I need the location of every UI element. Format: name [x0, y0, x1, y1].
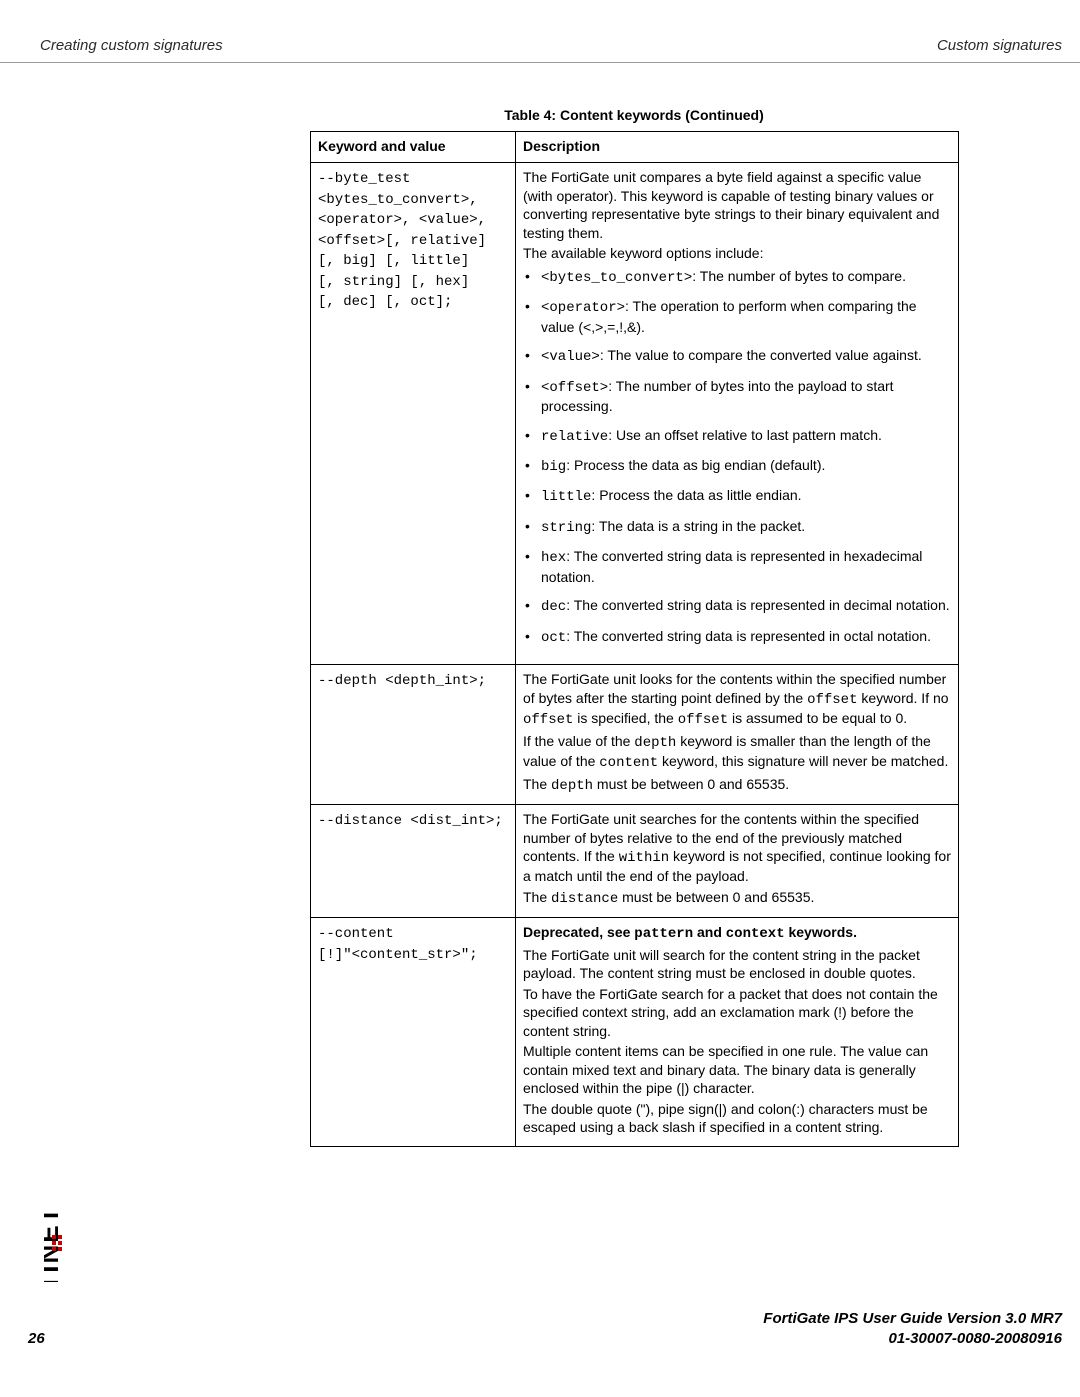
kw-distance-text: --distance <dist_int>; — [318, 813, 503, 829]
col-description-header: Description — [516, 131, 959, 162]
bt-opt-10-t: : The converted string data is represent… — [566, 628, 931, 644]
bt-opt-10: oct: The converted string data is repres… — [523, 627, 951, 647]
bt-opt-9-t: : The converted string data is represent… — [566, 597, 949, 613]
bt-opt-7-k: string — [541, 520, 591, 536]
depth-p1: The FortiGate unit looks for the content… — [523, 670, 951, 729]
bt-opt-5-t: : Process the data as big endian (defaul… — [566, 457, 825, 473]
bt-opt-1: <operator>: The operation to perform whe… — [523, 297, 951, 336]
row-content: --content [!]"<content_str>"; Deprecated… — [311, 918, 959, 1146]
bt-intro1: The FortiGate unit compares a byte field… — [523, 168, 951, 242]
bt-opt-0-k: <bytes_to_convert> — [541, 270, 692, 286]
bt-opt-2: <value>: The value to compare the conver… — [523, 346, 951, 366]
bt-opt-2-k: <value> — [541, 349, 600, 365]
depth-p3: The depth must be between 0 and 65535. — [523, 775, 951, 795]
fortinet-logo: F RTINET — [44, 1042, 72, 1282]
bt-opt-7: string: The data is a string in the pack… — [523, 517, 951, 537]
desc-depth: The FortiGate unit looks for the content… — [516, 665, 959, 805]
bt-opt-4-t: : Use an offset relative to last pattern… — [608, 427, 882, 443]
bt-opt-4: relative: Use an offset relative to last… — [523, 426, 951, 446]
content-p5: The double quote ("), pipe sign(|) and c… — [523, 1100, 951, 1137]
page-number: 26 — [28, 1329, 45, 1349]
bt-opt-6-k: little — [541, 489, 591, 505]
bt-opt-9: dec: The converted string data is repres… — [523, 596, 951, 616]
distance-p1: The FortiGate unit searches for the cont… — [523, 810, 951, 886]
desc-byte-test: The FortiGate unit compares a byte field… — [516, 163, 959, 665]
table-caption: Table 4: Content keywords (Continued) — [310, 106, 958, 125]
content-p4: Multiple content items can be specified … — [523, 1042, 951, 1097]
bt-options-list: <bytes_to_convert>: The number of bytes … — [523, 267, 951, 648]
bt-opt-5: big: Process the data as big endian (def… — [523, 456, 951, 476]
header-left: Creating custom signatures — [40, 36, 223, 56]
col-keyword-header: Keyword and value — [311, 131, 516, 162]
kw-byte-test-text: --byte_test <bytes_to_convert>, <operato… — [318, 171, 486, 310]
bt-opt-9-k: dec — [541, 599, 566, 615]
page: Creating custom signatures Custom signat… — [0, 0, 1080, 1397]
distance-p2: The distance must be between 0 and 65535… — [523, 888, 951, 908]
bt-opt-8-k: hex — [541, 550, 566, 566]
content-area: Table 4: Content keywords (Continued) Ke… — [310, 106, 958, 1147]
content-deprecated: Deprecated, see pattern and context keyw… — [523, 923, 951, 943]
desc-distance: The FortiGate unit searches for the cont… — [516, 805, 959, 918]
kw-byte-test: --byte_test <bytes_to_convert>, <operato… — [311, 163, 516, 665]
bt-opt-4-k: relative — [541, 429, 608, 445]
kw-content-text: --content [!]"<content_str>"; — [318, 926, 478, 962]
bt-opt-2-t: : The value to compare the converted val… — [600, 347, 922, 363]
bt-opt-7-t: : The data is a string in the packet. — [591, 518, 805, 534]
content-p2: The FortiGate unit will search for the c… — [523, 946, 951, 983]
kw-distance: --distance <dist_int>; — [311, 805, 516, 918]
bt-intro2: The available keyword options include: — [523, 244, 951, 262]
bt-opt-6-t: : Process the data as little endian. — [591, 487, 801, 503]
content-keywords-table: Keyword and value Description --byte_tes… — [310, 131, 959, 1147]
bt-opt-0: <bytes_to_convert>: The number of bytes … — [523, 267, 951, 287]
bt-opt-1-k: <operator> — [541, 300, 625, 316]
footer-line1: FortiGate IPS User Guide Version 3.0 MR7 — [763, 1309, 1062, 1329]
table-header-row: Keyword and value Description — [311, 131, 959, 162]
content-p3: To have the FortiGate search for a packe… — [523, 985, 951, 1040]
bt-opt-8: hex: The converted string data is repres… — [523, 547, 951, 586]
kw-content: --content [!]"<content_str>"; — [311, 918, 516, 1146]
row-byte-test: --byte_test <bytes_to_convert>, <operato… — [311, 163, 959, 665]
bt-opt-3-k: <offset> — [541, 380, 608, 396]
kw-depth-text: --depth <depth_int>; — [318, 673, 486, 689]
row-distance: --distance <dist_int>; The FortiGate uni… — [311, 805, 959, 918]
header-right: Custom signatures — [937, 36, 1062, 56]
kw-depth: --depth <depth_int>; — [311, 665, 516, 805]
bt-opt-3: <offset>: The number of bytes into the p… — [523, 377, 951, 416]
depth-p2: If the value of the depth keyword is sma… — [523, 732, 951, 773]
row-depth: --depth <depth_int>; The FortiGate unit … — [311, 665, 959, 805]
bt-opt-0-t: : The number of bytes to compare. — [692, 268, 906, 284]
bt-opt-5-k: big — [541, 459, 566, 475]
footer-text: FortiGate IPS User Guide Version 3.0 MR7… — [763, 1309, 1062, 1350]
bt-opt-8-t: : The converted string data is represent… — [541, 548, 922, 584]
bt-opt-6: little: Process the data as little endia… — [523, 486, 951, 506]
desc-content: Deprecated, see pattern and context keyw… — [516, 918, 959, 1146]
bt-opt-10-k: oct — [541, 630, 566, 646]
footer-line2: 01-30007-0080-20080916 — [763, 1329, 1062, 1349]
